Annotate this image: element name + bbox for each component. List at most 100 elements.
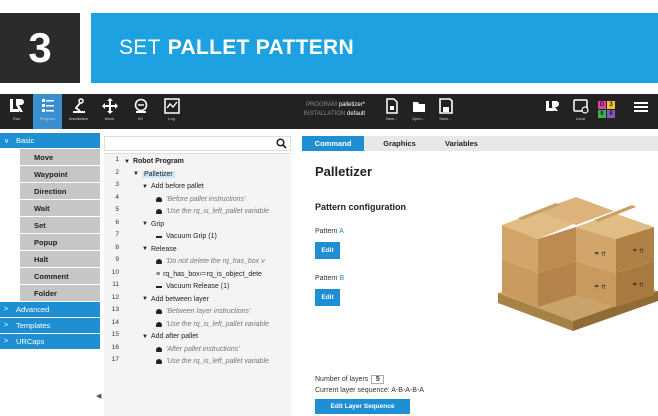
expand-caret-icon[interactable]: ▼ [142,334,148,340]
sidebar-item-direction[interactable]: Direction [20,183,100,199]
menu-button[interactable] [626,94,655,129]
program-tree-search[interactable] [104,136,291,151]
save-program-button[interactable]: Save... [431,94,460,129]
tree-row[interactable]: 12 ▼ Add between layer [104,294,291,305]
tree-row[interactable]: 13 'Between layer instructions' [104,306,291,317]
comment-icon [156,309,162,314]
collapse-sidebar-icon[interactable]: ◀ [96,392,101,400]
tree-row[interactable]: 5 'Use the rq_is_left_pallet variable [104,206,291,217]
tab-command[interactable]: Command [302,136,364,151]
tab-variables[interactable]: Variables [434,136,489,151]
action-icon [156,285,162,288]
expand-caret-icon[interactable]: ▼ [142,184,148,190]
tree-row-label: 'After pallet instructions' [166,345,240,353]
expand-caret-icon[interactable]: ▼ [142,296,148,302]
tree-row[interactable]: 6 ▼ Grip [104,219,291,230]
sidebar-item-set[interactable]: Set [20,217,100,233]
line-number: 7 [115,231,119,238]
log-button[interactable]: Log [157,94,186,129]
ur-status-button[interactable] [538,94,567,129]
tree-row[interactable]: 10 ≡ rq_has_box≔rq_is_object_dete [104,269,291,280]
layers-input[interactable]: 5 [371,375,385,384]
pattern-b-label: Pattern B [315,275,344,282]
sidebar-item-halt[interactable]: Halt [20,251,100,267]
line-number: 2 [115,168,119,176]
node-tabs: Command Graphics Variables [302,136,658,151]
tree-row[interactable]: 11 Vacuum Release (1) [104,281,291,292]
expand-caret-icon[interactable]: ▼ [142,246,148,252]
edit-pattern-b-button[interactable]: Edit [315,289,340,306]
line-number: 16 [111,343,119,351]
comment-icon [156,196,162,202]
program-node-sidebar: ∨ Basic Move Waypoint Direction Wait Set … [0,133,100,416]
local-label: Local [575,116,586,121]
sidebar-item-waypoint[interactable]: Waypoint [20,166,100,182]
corner-tile-1: D [598,101,606,109]
local-mode-button[interactable]: Local [566,94,595,129]
open-program-button[interactable]: Open... [404,94,433,129]
move-label: Move [104,116,115,121]
ur-logo-icon [545,101,559,111]
sidebar-item-comment[interactable]: Comment [20,268,100,284]
line-number: 5 [115,206,119,213]
comment-icon [156,321,162,327]
program-button[interactable]: Program [33,94,62,129]
edit-layer-sequence-button[interactable]: Edit Layer Sequence [315,399,410,414]
tree-row[interactable]: 8 ▼ Release [104,244,291,255]
svg-text:☂ ⇈: ☂ ⇈ [632,282,644,289]
expand-caret-icon[interactable]: ▼ [133,171,139,177]
tree-row[interactable]: 9 'Do not delete the rq_has_box v [104,256,291,267]
svg-text:☂ ⇈: ☂ ⇈ [594,251,606,258]
sidebar-item-folder[interactable]: Folder [20,285,100,301]
line-number: 12 [111,293,119,301]
page: 3 SET PALLET PATTERN Run Program Install… [0,0,658,416]
tree-row[interactable]: 16 'After pallet instructions' [104,344,291,355]
tab-graphics[interactable]: Graphics [372,136,427,151]
tree-row[interactable]: 15 ▼ Add after pallet [104,331,291,342]
tree-row-label: Vacuum Grip (1) [166,233,217,240]
line-number: 13 [111,306,119,313]
installation-caption: INSTALLATION [303,111,346,117]
new-program-button[interactable]: New... [377,94,406,129]
tree-row[interactable]: 7 Vacuum Grip (1) [104,231,291,242]
sidebar-item-popup[interactable]: Popup [20,234,100,250]
line-number: 1 [115,156,119,163]
run-button[interactable]: Run [2,94,31,129]
tree-row[interactable]: 1 ▼ Robot Program [104,156,291,167]
move-button[interactable]: Move [95,94,124,129]
new-file-icon [385,98,398,114]
section-templates[interactable]: > Templates [0,318,100,333]
section-urcaps[interactable]: > URCaps [0,334,100,349]
line-number: 9 [115,256,119,263]
command-panel: Palletizer Pattern configuration Pattern… [302,151,658,416]
corner-tile-4: 8 [607,110,615,118]
tree-row[interactable]: 2 ▼ Palletizer [104,169,291,180]
step-title-thin: SET [119,36,161,59]
tree-row-label: 'Between layer instructions' [166,308,251,315]
sidebar-item-wait[interactable]: Wait [20,200,100,216]
tree-row-label: 'Use the rq_is_left_pallet variable [166,208,269,215]
tree-row-label: 'Use the rq_is_left_pallet variable [166,358,269,365]
line-number: 15 [111,331,119,338]
tree-row[interactable]: 14 'Use the rq_is_left_pallet variable [104,319,291,330]
layers-row: Number of layers 5 [315,375,385,384]
tree-row[interactable]: 17 'Use the rq_is_left_pallet variable [104,356,291,367]
section-basic[interactable]: ∨ Basic [0,133,100,148]
sidebar-item-move[interactable]: Move [20,149,100,165]
tree-row[interactable]: 3 ▼ Add before pallet [104,181,291,192]
io-button[interactable]: I/O [126,94,155,129]
section-advanced[interactable]: > Advanced [0,302,100,317]
tree-row-label: 'Do not delete the rq_has_box v [166,258,265,265]
installation-button[interactable]: Installation [64,94,93,129]
tree-row[interactable]: 4 'Before pallet instructions' [104,194,291,205]
program-name: palletizer* [338,102,365,108]
tree-row-label: 'Before pallet instructions' [166,195,246,203]
expand-caret-icon[interactable]: ▼ [124,159,130,165]
step-title-bold: PALLET PATTERN [167,36,354,59]
expand-caret-icon[interactable]: ▼ [142,221,148,227]
edit-pattern-a-button[interactable]: Edit [315,242,340,259]
tree-row-label: Vacuum Release (1) [166,283,230,290]
section-advanced-label: Advanced [16,305,50,314]
line-number: 11 [112,281,119,288]
folder-icon [412,102,425,112]
